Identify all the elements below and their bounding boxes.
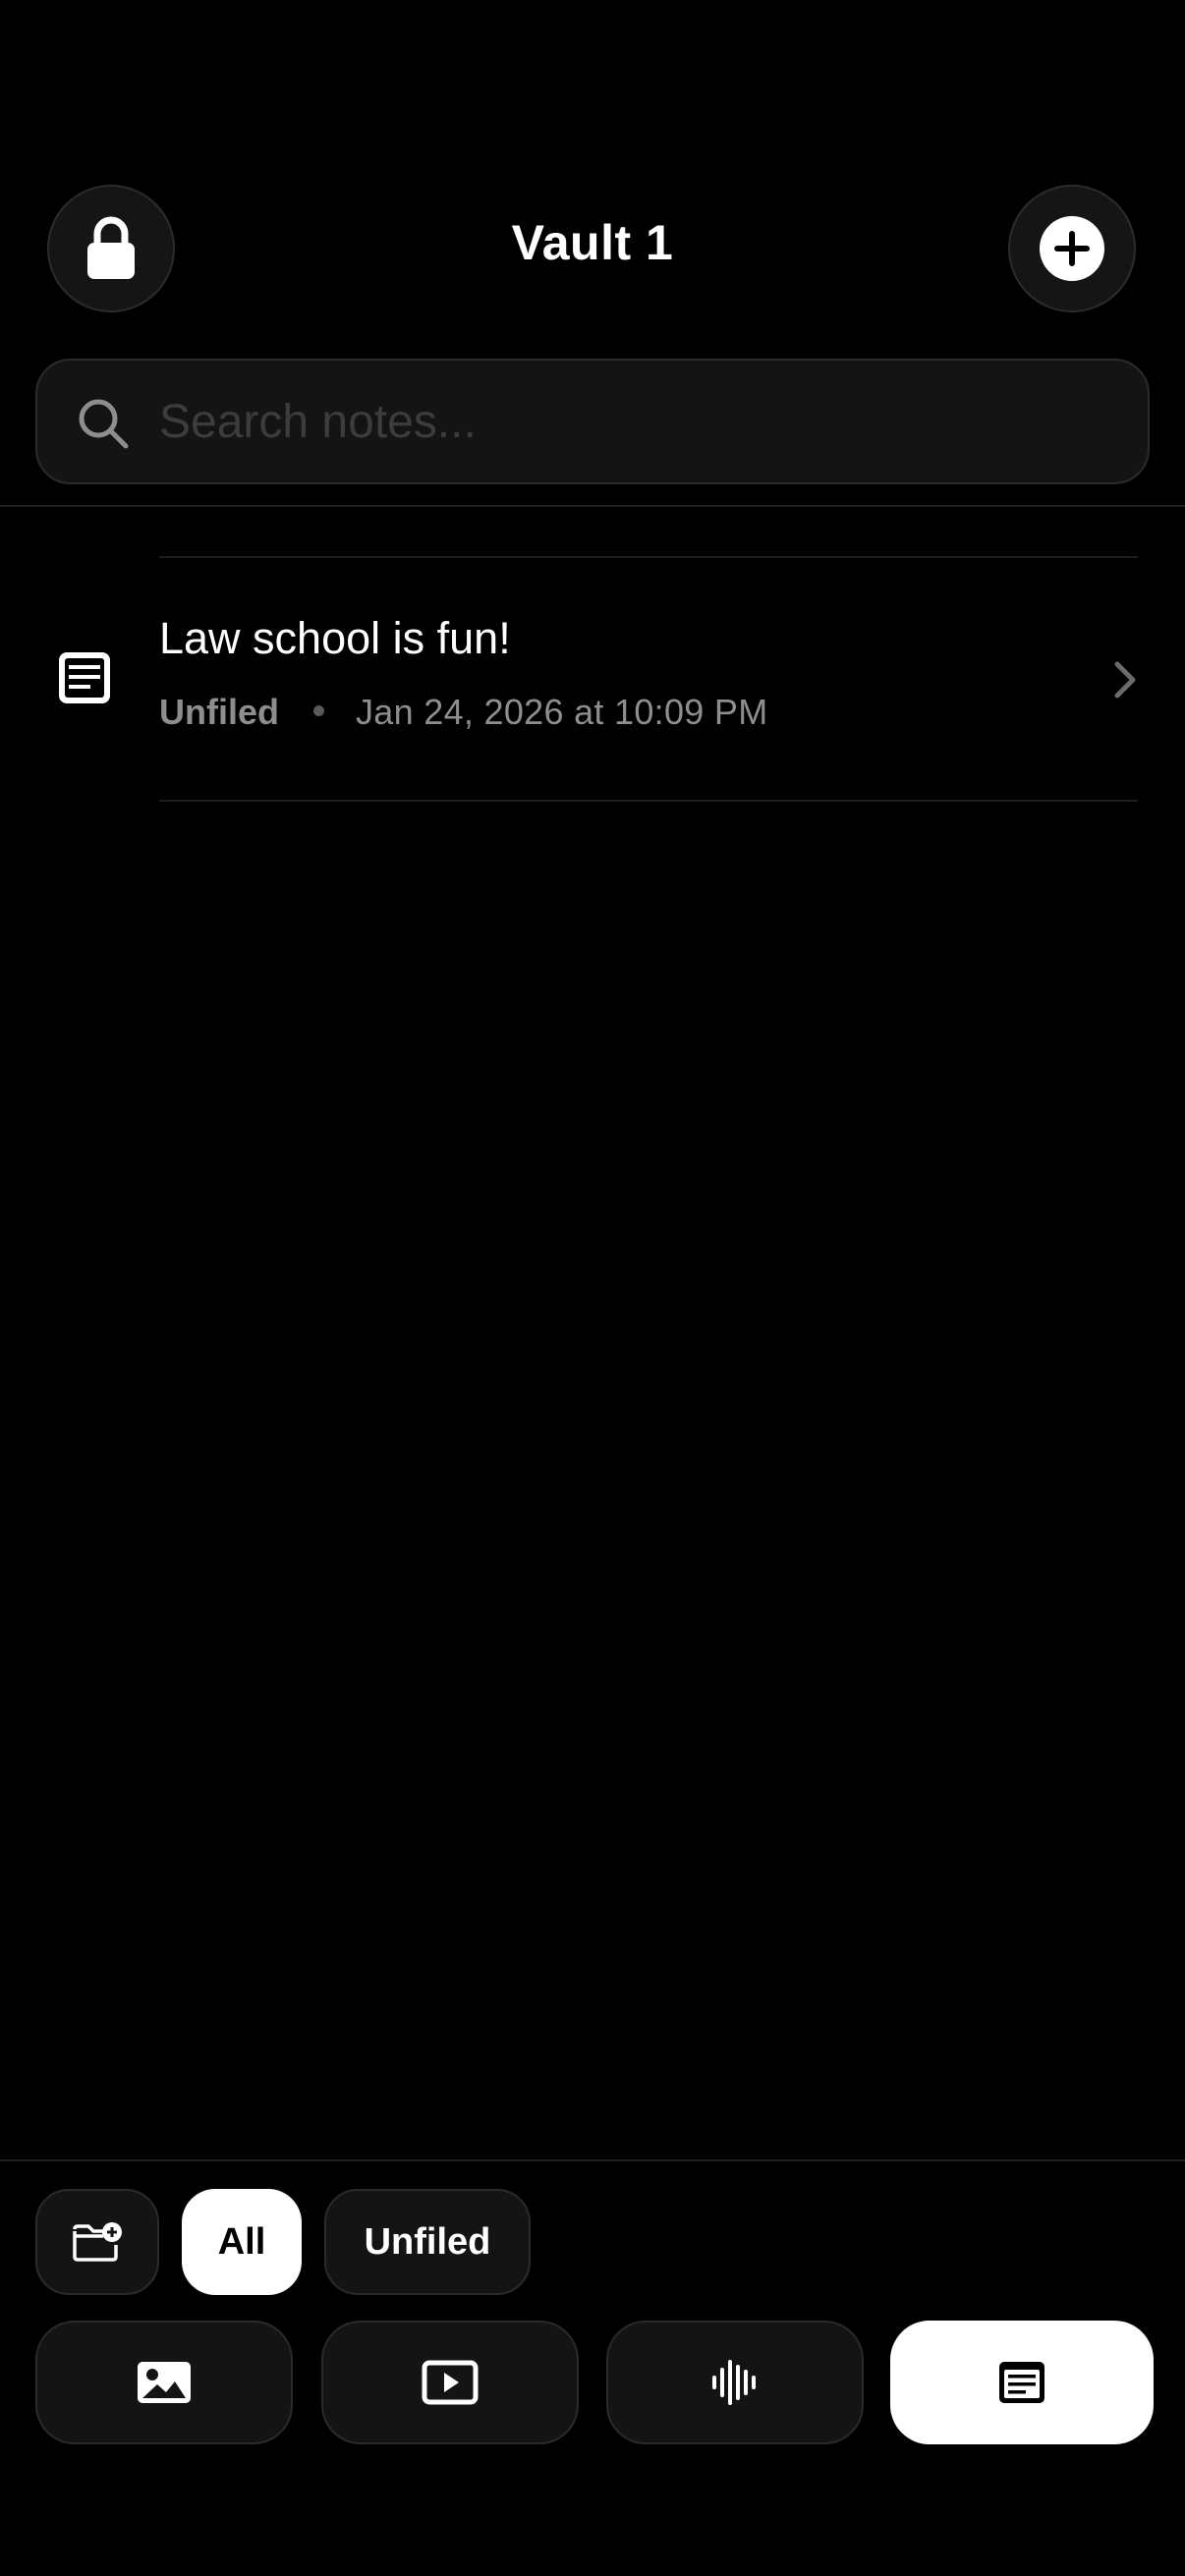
search-input[interactable] xyxy=(159,382,1122,461)
separator-dot xyxy=(313,705,324,716)
chevron-right-icon xyxy=(1114,661,1136,699)
note-icon xyxy=(999,2362,1044,2403)
video-icon xyxy=(422,2360,479,2405)
plus-circle-icon xyxy=(1040,216,1104,281)
note-folder: Unfiled xyxy=(159,692,279,732)
filter-all-chip[interactable]: All xyxy=(182,2189,302,2295)
folder-plus-icon xyxy=(73,2222,122,2262)
note-date: Jan 24, 2026 at 10:09 PM xyxy=(356,692,768,732)
waveform-icon xyxy=(712,2360,756,2405)
filter-unfiled-chip[interactable]: Unfiled xyxy=(324,2189,531,2295)
note-icon xyxy=(59,652,110,703)
add-note-button[interactable] xyxy=(1008,185,1136,312)
search-icon xyxy=(79,399,129,449)
tab-images[interactable] xyxy=(35,2321,293,2444)
bottom-bar-divider xyxy=(0,2159,1185,2161)
tab-audio[interactable] xyxy=(606,2321,864,2444)
header-divider xyxy=(0,505,1185,507)
list-bottom-divider xyxy=(159,800,1138,802)
search-bar[interactable] xyxy=(35,359,1150,484)
new-folder-button[interactable] xyxy=(35,2189,159,2295)
tab-videos[interactable] xyxy=(321,2321,579,2444)
page-title: Vault 1 xyxy=(511,215,674,270)
tab-notes[interactable] xyxy=(890,2321,1154,2444)
image-icon xyxy=(138,2362,191,2403)
note-title: Law school is fun! xyxy=(159,613,511,663)
list-item[interactable]: Law school is fun! Unfiled Jan 24, 2026 … xyxy=(0,558,1185,800)
